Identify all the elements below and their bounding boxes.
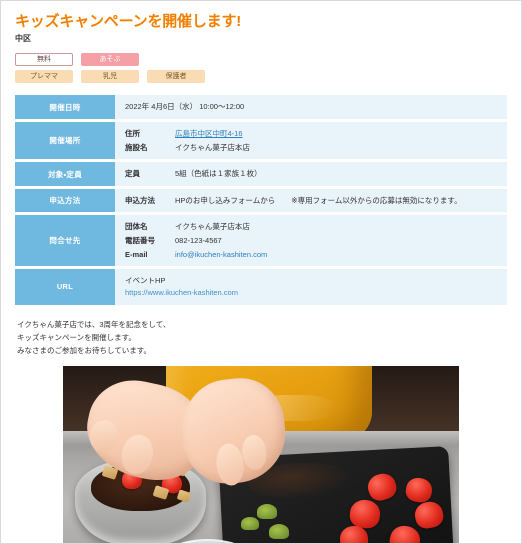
place-address-value: 広島市中区中町4-16 xyxy=(175,128,497,140)
event-detail-table: 開催日時 2022年 4月6日（水） 10:00〜12:00 開催場所 住所 広… xyxy=(15,92,507,307)
place-address-key: 住所 xyxy=(125,128,140,138)
event-description: イクちゃん菓子店では、3周年を記念をして、 キッズキャンペーンを開催します。 み… xyxy=(17,318,507,357)
photo-strawberry-hull xyxy=(241,517,259,531)
url-link-label: イベントHP xyxy=(125,276,166,286)
row-label-place: 開催場所 xyxy=(15,121,115,160)
contact-tel-key: 電話番号 xyxy=(125,236,155,246)
apply-note-text: ※専用フォーム以外からの応募は無効になります。 xyxy=(291,195,462,205)
apply-key: 申込方法 xyxy=(125,195,155,205)
row-value-apply: 申込方法 HPのお申し込みフォームから ※専用フォーム以外からの応募は無効になり… xyxy=(115,188,507,213)
contact-org-value: イクちゃん菓子店本店 xyxy=(175,222,250,232)
tag-row-audience: プレママ 乳児 保護者 xyxy=(15,70,507,84)
event-photo-container xyxy=(63,365,459,543)
contact-tel: 電話番号 082-123-4567 xyxy=(125,235,497,247)
description-line-3: みなさまのご参加をお待ちしています。 xyxy=(17,345,152,355)
description-line-1: イクちゃん菓子店では、3周年を記念をして、 xyxy=(17,319,171,329)
capacity-key: 定員 xyxy=(125,169,140,179)
tag-guardian[interactable]: 保護者 xyxy=(147,70,205,84)
photo-finger xyxy=(214,442,246,487)
row-label-capacity: 対象・定員 xyxy=(15,162,115,186)
event-homepage-link[interactable]: https://www.ikuchen-kashiten.com xyxy=(125,288,238,297)
event-area-label: 中区 xyxy=(15,33,31,43)
row-label-datetime: 開催日時 xyxy=(15,95,115,119)
apply-method-text: HPのお申し込みフォームから xyxy=(175,195,276,205)
table-row-datetime: 開催日時 2022年 4月6日（水） 10:00〜12:00 xyxy=(15,95,507,119)
row-value-url: イベントHP https://www.ikuchen-kashiten.com xyxy=(115,269,507,305)
place-facility-key: 施設名 xyxy=(125,142,148,152)
contact-mail-key: E-mail xyxy=(125,249,148,259)
row-value-place: 住所 広島市中区中町4-16 施設名 イクちゃん菓子店本店 xyxy=(115,121,507,160)
row-label-url: URL xyxy=(15,269,115,305)
apply-value: HPのお申し込みフォームから ※専用フォーム以外からの応募は無効になります。 xyxy=(175,195,497,207)
row-value-datetime: 2022年 4月6日（水） 10:00〜12:00 xyxy=(115,95,507,119)
event-datetime-text: 2022年 4月6日（水） 10:00〜12:00 xyxy=(125,102,245,112)
contact-tel-value: 082-123-4567 xyxy=(175,236,222,246)
contact-mail-value: info@ikuchen-kashiten.com xyxy=(175,249,497,261)
event-detail-page: キッズキャンペーンを開催します! 中区 無料 あそぶ プレママ 乳児 保護者 開… xyxy=(0,0,522,544)
photo-finger xyxy=(118,432,157,478)
contact-org-key: 団体名 xyxy=(125,222,148,232)
table-row-capacity: 対象・定員 定員 5組（色紙は１家族１枚） xyxy=(15,162,507,186)
photo-strawberry-hull xyxy=(257,504,277,520)
apply-item: 申込方法 HPのお申し込みフォームから ※専用フォーム以外からの応募は無効になり… xyxy=(125,195,497,207)
place-facility-value: イクちゃん菓子店本店 xyxy=(175,142,250,152)
page-title: キッズキャンペーンを開催します! xyxy=(15,13,242,30)
description-line-2: キッズキャンペーンを開催します。 xyxy=(17,332,136,342)
tag-row-category: 無料 あそぶ xyxy=(15,53,507,67)
table-row-contact: 問合せ先 団体名 イクちゃん菓子店本店 電話番号 082-123-4567 E-… xyxy=(15,215,507,267)
row-value-capacity: 定員 5組（色紙は１家族１枚） xyxy=(115,162,507,186)
place-facility: 施設名 イクちゃん菓子店本店 xyxy=(125,142,497,154)
place-address: 住所 広島市中区中町4-16 xyxy=(125,128,497,140)
address-map-link[interactable]: 広島市中区中町4-16 xyxy=(175,129,243,138)
tag-list: 無料 あそぶ プレママ 乳児 保護者 xyxy=(15,53,507,84)
contact-org: 団体名 イクちゃん菓子店本店 xyxy=(125,221,497,233)
event-photo xyxy=(63,365,459,543)
capacity-item: 定員 5組（色紙は１家族１枚） xyxy=(125,168,497,180)
tag-infant[interactable]: 乳児 xyxy=(81,70,139,84)
photo-strawberry-hull xyxy=(268,523,289,539)
table-row-url: URL イベントHP https://www.ikuchen-kashiten.… xyxy=(15,269,507,305)
contact-mail: E-mail info@ikuchen-kashiten.com xyxy=(125,249,497,261)
row-label-contact: 問合せ先 xyxy=(15,215,115,267)
table-row-apply: 申込方法 申込方法 HPのお申し込みフォームから ※専用フォーム以外からの応募は… xyxy=(15,188,507,213)
tag-free[interactable]: 無料 xyxy=(15,53,73,67)
page-content: キッズキャンペーンを開催します! 中区 無料 あそぶ プレママ 乳児 保護者 開… xyxy=(1,1,521,357)
table-row-place: 開催場所 住所 広島市中区中町4-16 施設名 イクちゃん菓子店本店 xyxy=(15,121,507,160)
contact-mail-link[interactable]: info@ikuchen-kashiten.com xyxy=(175,250,267,259)
row-value-contact: 団体名 イクちゃん菓子店本店 電話番号 082-123-4567 E-mail … xyxy=(115,215,507,267)
capacity-value: 5組（色紙は１家族１枚） xyxy=(175,169,262,179)
row-label-apply: 申込方法 xyxy=(15,188,115,213)
tag-premama[interactable]: プレママ xyxy=(15,70,73,84)
tag-play[interactable]: あそぶ xyxy=(81,53,139,67)
photo-finger xyxy=(240,433,269,472)
